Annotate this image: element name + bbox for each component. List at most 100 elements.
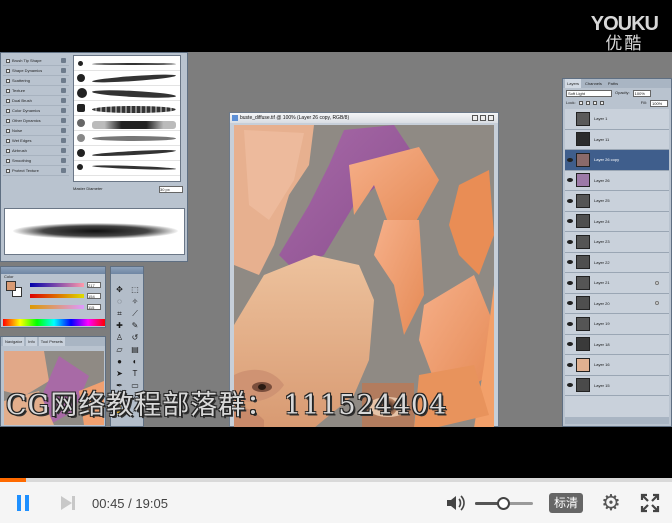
crop-tool-icon[interactable]: ⌗ bbox=[114, 309, 125, 318]
history-brush-tool-icon[interactable]: ↺ bbox=[130, 333, 141, 342]
layer-effect-icon[interactable] bbox=[655, 280, 659, 285]
video-stage[interactable]: Brush Tip Shape Shape Dynamics Scattering T… bbox=[0, 0, 672, 478]
checkbox[interactable] bbox=[6, 148, 10, 153]
layer-list[interactable]: Layer 1 Layer 11 Layer 26 copy Layer 26 Laye… bbox=[565, 109, 669, 419]
color-spectrum-bar[interactable] bbox=[3, 319, 105, 326]
lock-icon[interactable] bbox=[61, 128, 66, 133]
checkbox[interactable] bbox=[6, 98, 10, 103]
eye-icon[interactable] bbox=[567, 301, 573, 306]
checkbox[interactable] bbox=[6, 68, 10, 73]
checkbox[interactable] bbox=[6, 158, 10, 163]
master-diameter-field[interactable]: 30 px bbox=[159, 185, 183, 193]
brush-option-row[interactable]: Shape Dynamics bbox=[3, 66, 69, 76]
lock-transparency-icon[interactable] bbox=[578, 101, 583, 105]
layer-row[interactable]: Layer 24 bbox=[565, 212, 669, 232]
opacity-field[interactable]: 100% bbox=[632, 89, 651, 97]
brush-option-row[interactable]: Color Dynamics bbox=[3, 106, 69, 116]
eye-icon[interactable] bbox=[567, 157, 573, 162]
document-title-bar[interactable]: buste_diffuse.tif @ 100% (Layer 26 copy,… bbox=[230, 113, 498, 123]
checkbox[interactable] bbox=[6, 168, 10, 173]
brush-option-row[interactable]: Airbrush bbox=[3, 146, 69, 156]
magic-wand-tool-icon[interactable]: ✧ bbox=[130, 297, 141, 306]
brush-preset[interactable] bbox=[74, 86, 180, 101]
brush-presets-list[interactable] bbox=[73, 55, 181, 182]
layer-row[interactable]: Layer 23 bbox=[565, 232, 669, 253]
eye-icon[interactable] bbox=[567, 239, 573, 244]
progress-bar[interactable] bbox=[0, 478, 672, 482]
brush-option-row[interactable]: Wet Edges bbox=[3, 136, 69, 146]
lock-icon[interactable] bbox=[61, 78, 66, 83]
layer-row[interactable]: Layer 11 bbox=[565, 130, 669, 150]
gradient-tool-icon[interactable]: ▤ bbox=[130, 345, 141, 354]
lock-icon[interactable] bbox=[61, 68, 66, 73]
gear-icon[interactable]: ⚙ bbox=[600, 492, 622, 514]
slice-tool-icon[interactable]: ⟋ bbox=[130, 309, 141, 318]
clone-stamp-tool-icon[interactable]: ♙ bbox=[114, 333, 125, 342]
lock-icon[interactable] bbox=[61, 158, 66, 163]
lock-position-icon[interactable] bbox=[592, 101, 597, 105]
eye-icon[interactable] bbox=[567, 117, 573, 121]
document-canvas[interactable] bbox=[234, 125, 494, 427]
brush-preset[interactable] bbox=[74, 116, 180, 131]
checkbox[interactable] bbox=[6, 138, 10, 143]
red-value[interactable]: 217 bbox=[87, 282, 101, 288]
lock-icon[interactable] bbox=[61, 108, 66, 113]
foreground-color-swatch[interactable] bbox=[6, 281, 16, 291]
eye-icon[interactable] bbox=[567, 198, 573, 203]
layers-tab-layers[interactable]: Layers bbox=[565, 79, 582, 88]
brush-option-row[interactable]: Protect Texture bbox=[3, 166, 69, 176]
path-selection-tool-icon[interactable]: ➤ bbox=[114, 369, 125, 378]
layer-row[interactable]: Layer 26 copy bbox=[565, 150, 669, 171]
brush-preset[interactable] bbox=[74, 131, 180, 146]
layer-row[interactable]: Layer 15 bbox=[565, 376, 669, 396]
lock-icon[interactable] bbox=[61, 148, 66, 153]
lock-icon[interactable] bbox=[61, 138, 66, 143]
volume-icon[interactable] bbox=[446, 494, 466, 512]
checkbox[interactable] bbox=[6, 58, 10, 63]
lock-icon[interactable] bbox=[61, 58, 66, 63]
layer-row[interactable]: Layer 22 bbox=[565, 253, 669, 273]
brush-option-row[interactable]: Brush Tip Shape bbox=[3, 56, 69, 66]
brush-preset[interactable] bbox=[74, 71, 180, 86]
type-tool-icon[interactable]: T bbox=[130, 369, 141, 378]
layer-effect-icon[interactable] bbox=[655, 301, 659, 306]
maximize-icon[interactable] bbox=[480, 115, 486, 121]
lasso-tool-icon[interactable]: ◌ bbox=[114, 297, 125, 306]
lock-icon[interactable] bbox=[61, 168, 66, 173]
layer-row[interactable]: Layer 25 bbox=[565, 191, 669, 212]
checkbox[interactable] bbox=[6, 128, 10, 133]
green-value[interactable]: 154 bbox=[87, 293, 101, 299]
eraser-tool-icon[interactable]: ▱ bbox=[114, 345, 125, 354]
pause-icon[interactable] bbox=[17, 495, 31, 511]
layer-row[interactable]: Layer 26 bbox=[565, 171, 669, 191]
next-icon[interactable] bbox=[60, 495, 76, 511]
blue-value[interactable]: 115 bbox=[87, 304, 101, 310]
lock-icon[interactable] bbox=[61, 98, 66, 103]
layers-tab-channels[interactable]: Channels bbox=[583, 79, 604, 88]
blend-mode-select[interactable]: Soft Light bbox=[566, 89, 612, 97]
eye-icon[interactable] bbox=[567, 383, 573, 388]
checkbox[interactable] bbox=[6, 78, 10, 83]
checkbox[interactable] bbox=[6, 88, 10, 93]
brush-preset[interactable] bbox=[74, 56, 180, 71]
brush-tool-icon[interactable]: ✎ bbox=[130, 321, 141, 330]
marquee-tool-icon[interactable]: ⬚ bbox=[130, 285, 141, 294]
layer-row[interactable]: Layer 18 bbox=[565, 335, 669, 355]
navigator-tab[interactable]: Info bbox=[26, 337, 37, 346]
lock-icon[interactable] bbox=[61, 88, 66, 93]
brush-option-row[interactable]: Dual Brush bbox=[3, 96, 69, 106]
layer-row[interactable]: Layer 20 bbox=[565, 294, 669, 314]
layer-row[interactable]: Layer 19 bbox=[565, 314, 669, 335]
close-icon[interactable] bbox=[488, 115, 494, 121]
navigator-tab[interactable]: Navigator bbox=[3, 337, 25, 346]
brush-preset[interactable] bbox=[74, 161, 180, 176]
quality-button[interactable]: 标清 bbox=[549, 493, 583, 513]
video-frame[interactable]: Brush Tip Shape Shape Dynamics Scattering T… bbox=[0, 52, 672, 427]
brush-option-row[interactable]: Other Dynamics bbox=[3, 116, 69, 126]
checkbox[interactable] bbox=[6, 108, 10, 113]
navigator-tab[interactable]: Tool Presets bbox=[38, 337, 65, 346]
minimize-icon[interactable] bbox=[472, 115, 478, 121]
brush-preset[interactable] bbox=[74, 146, 180, 161]
green-slider[interactable] bbox=[30, 294, 84, 298]
brush-option-row[interactable]: Scattering bbox=[3, 76, 69, 86]
